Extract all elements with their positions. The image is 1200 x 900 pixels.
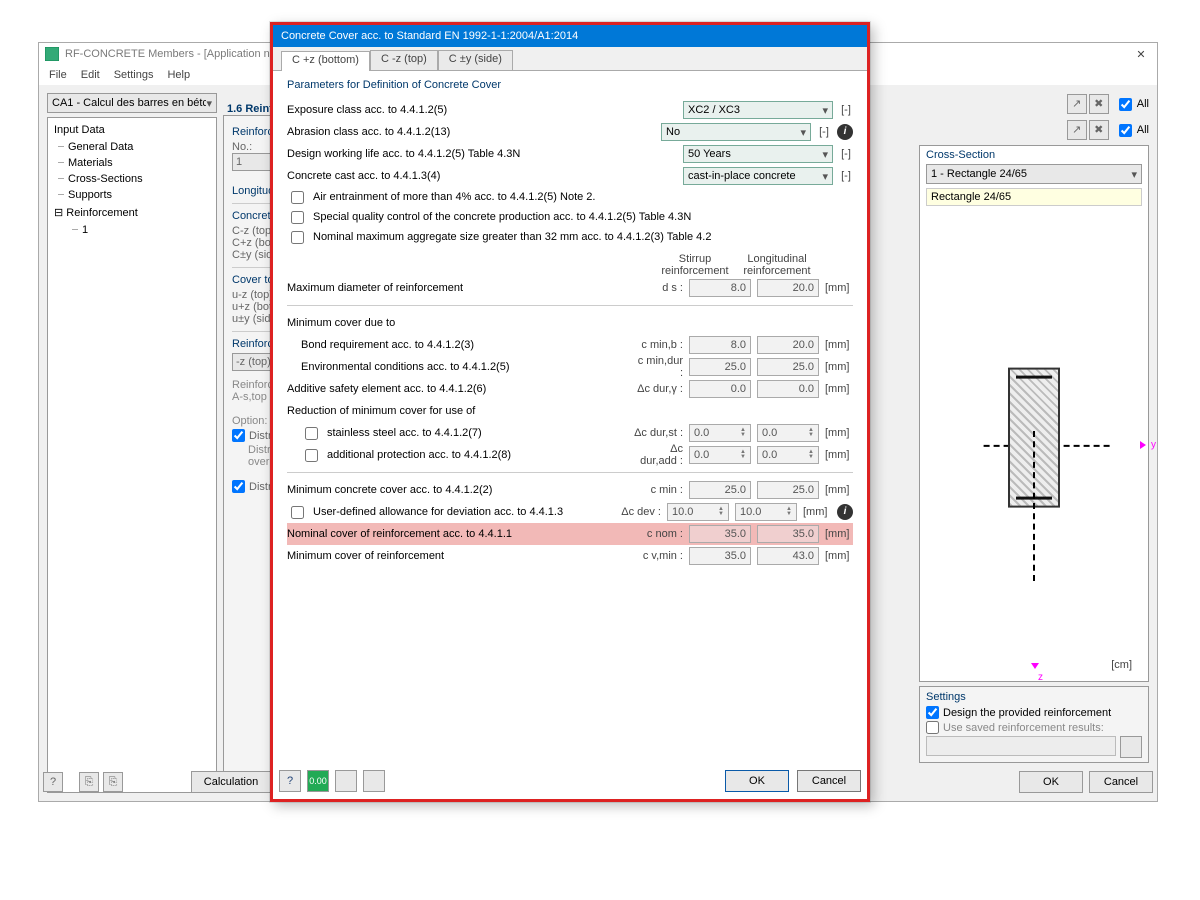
stainless-l[interactable]: 0.0▲▼ [757, 424, 819, 442]
tree-general[interactable]: General Data [68, 139, 210, 155]
dialog-title: Concrete Cover acc. to Standard EN 1992-… [273, 25, 867, 47]
export2-icon[interactable]: ⎘ [103, 772, 123, 792]
close-icon[interactable]: ✕ [1131, 48, 1151, 61]
cdev-s[interactable]: 10.0▲▼ [667, 503, 729, 521]
menu-help[interactable]: Help [167, 69, 190, 81]
air-chk[interactable] [291, 191, 304, 204]
export1-icon[interactable]: ⎘ [79, 772, 99, 792]
life-select[interactable]: 50 Years▾ [683, 145, 833, 163]
app-icon [45, 47, 59, 61]
distr1-chk[interactable] [232, 429, 245, 442]
all2-chk[interactable] [1119, 124, 1132, 137]
exposure-select[interactable]: XC2 / XC3▾ [683, 101, 833, 119]
dlg-ok-button[interactable]: OK [725, 770, 789, 792]
menu-edit[interactable]: Edit [81, 69, 100, 81]
addprot-l[interactable]: 0.0▲▼ [757, 446, 819, 464]
tree-cross[interactable]: Cross-Sections [68, 171, 210, 187]
nav-tree[interactable]: Input Data General Data Materials Cross-… [47, 117, 217, 793]
stainless-chk[interactable] [305, 427, 318, 440]
dlg-copy1-icon[interactable] [335, 770, 357, 792]
menu-file[interactable]: File [49, 69, 67, 81]
tree-supports[interactable]: Supports [68, 187, 210, 203]
section-hdr: Parameters for Definition of Concrete Co… [287, 79, 853, 91]
addprot-chk[interactable] [305, 449, 318, 462]
calculation-button[interactable]: Calculation [191, 771, 271, 793]
ds-long: 20.0 [757, 279, 819, 297]
all1-chk[interactable] [1119, 98, 1132, 111]
tree-reinf-1[interactable]: 1 [82, 222, 210, 238]
dialog-tabs: C +z (bottom) C -z (top) C ±y (side) [273, 47, 867, 71]
cross-section-hdr: Cross-Section [920, 146, 1148, 164]
cdev-chk[interactable] [291, 506, 304, 519]
info2-icon[interactable]: i [837, 504, 853, 520]
abrasion-select[interactable]: No▾ [661, 123, 811, 141]
tree-reinf[interactable]: Reinforcement [66, 207, 138, 219]
help-icon[interactable]: ? [43, 772, 63, 792]
case-dropdown[interactable]: CA1 - Calcul des barres en bétc ▾ [47, 93, 217, 113]
chevron-down-icon: ▾ [206, 97, 212, 110]
tree-root: Input Data [54, 122, 210, 138]
saved-chk[interactable] [926, 721, 939, 734]
pick2-icon[interactable]: ↗ [1067, 120, 1087, 140]
stainless-s[interactable]: 0.0▲▼ [689, 424, 751, 442]
cross-section-sketch: y z [cm] [926, 214, 1142, 677]
distr3-chk[interactable] [232, 480, 245, 493]
cnom-row: Nominal cover of reinforcement acc. to 4… [287, 523, 853, 545]
delete2-icon[interactable]: ✖ [1089, 120, 1109, 140]
dlg-copy2-icon[interactable] [363, 770, 385, 792]
cross-section-drop[interactable]: 1 - Rectangle 24/65▾ [926, 164, 1142, 184]
qc-chk[interactable] [291, 211, 304, 224]
concrete-cover-dialog: Concrete Cover acc. to Standard EN 1992-… [270, 22, 870, 802]
delete-icon[interactable]: ✖ [1089, 94, 1109, 114]
design-chk[interactable] [926, 706, 939, 719]
info-icon[interactable]: i [837, 124, 853, 140]
tab-cz-bottom[interactable]: C +z (bottom) [281, 51, 370, 71]
main-ok-button[interactable]: OK [1019, 771, 1083, 793]
tab-cy-side[interactable]: C ±y (side) [438, 50, 513, 70]
dlg-cancel-button[interactable]: Cancel [797, 770, 861, 792]
tab-cz-top[interactable]: C -z (top) [370, 50, 438, 70]
pick-icon[interactable]: ↗ [1067, 94, 1087, 114]
main-cancel-button[interactable]: Cancel [1089, 771, 1153, 793]
open-icon[interactable] [1120, 736, 1142, 758]
tree-materials[interactable]: Materials [68, 155, 210, 171]
addprot-s[interactable]: 0.0▲▼ [689, 446, 751, 464]
menu-settings[interactable]: Settings [114, 69, 154, 81]
ds-stirrup: 8.0 [689, 279, 751, 297]
saved-drop [926, 736, 1116, 756]
cross-section-label: Rectangle 24/65 [926, 188, 1142, 206]
cast-select[interactable]: cast-in-place concrete▾ [683, 167, 833, 185]
cdev-l[interactable]: 10.0▲▼ [735, 503, 797, 521]
dlg-help-icon[interactable]: ? [279, 770, 301, 792]
agg-chk[interactable] [291, 231, 304, 244]
dlg-units-icon[interactable]: 0.00 [307, 770, 329, 792]
